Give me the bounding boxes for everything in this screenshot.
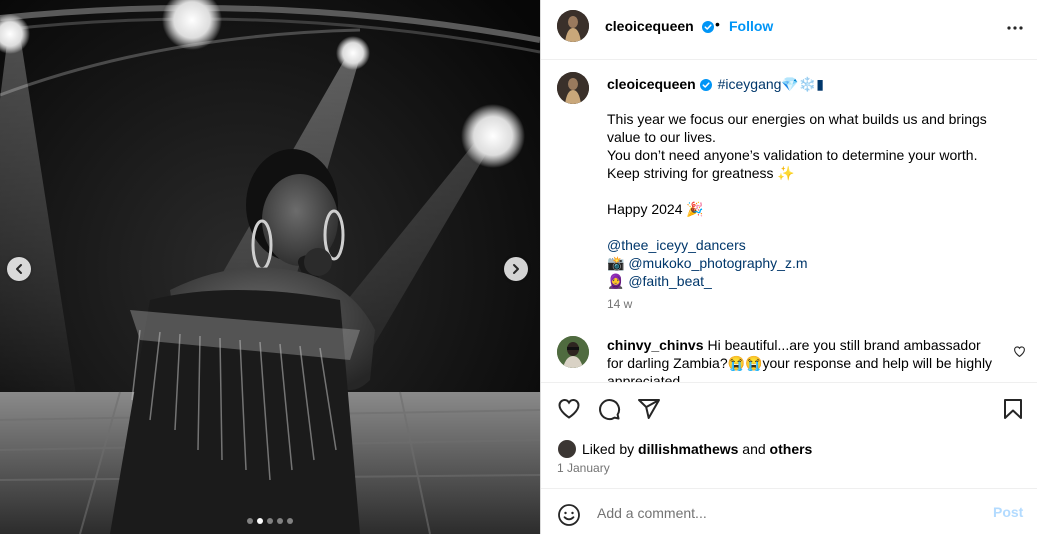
caption-author-username[interactable]: cleoicequeen	[607, 76, 696, 92]
chevron-left-icon	[16, 264, 22, 274]
follow-button[interactable]: Follow	[729, 18, 773, 34]
likes-conjunction: and	[742, 441, 766, 457]
caption-author-avatar-image	[557, 72, 589, 104]
post-comment-button[interactable]: Post	[993, 504, 1023, 520]
emoji-icon[interactable]	[557, 503, 581, 527]
caption-line: 🧕 @faith_beat_	[607, 273, 712, 289]
next-slide-button[interactable]	[504, 257, 528, 281]
caption-line: 📸 @mukoko_photography_z.m	[607, 255, 808, 271]
comments-area[interactable]: cleoicequeen #iceygang💎❄️▮ This year we …	[541, 60, 1037, 382]
post-details-panel: cleoicequeen • Follow cleoicequeen #icey…	[540, 0, 1037, 534]
liker-username[interactable]: dillishmathews	[638, 441, 738, 457]
likes-others-link[interactable]: others	[770, 441, 813, 457]
caption-line: @thee_iceyy_dancers	[607, 237, 746, 253]
author-avatar[interactable]	[557, 10, 589, 42]
chevron-right-icon	[513, 264, 519, 274]
verified-badge-icon	[702, 21, 714, 33]
comment-heart-icon[interactable]	[1013, 345, 1026, 358]
carousel-dot	[247, 518, 253, 524]
commenter-avatar-image	[557, 336, 589, 368]
caption-timestamp[interactable]: 14 w	[607, 297, 632, 311]
post-photo[interactable]	[0, 0, 540, 534]
post-date[interactable]: 1 January	[557, 461, 610, 475]
verified-badge-icon	[699, 79, 712, 91]
likes-summary[interactable]: Liked by dillishmathews and others	[557, 439, 812, 459]
previous-slide-button[interactable]	[7, 257, 31, 281]
post-header: cleoicequeen • Follow	[541, 0, 1037, 60]
author-avatar-image	[557, 10, 589, 42]
caption-author-avatar[interactable]	[557, 72, 589, 104]
more-options-icon[interactable]	[1003, 16, 1027, 40]
carousel-dot	[267, 518, 273, 524]
caption-header: cleoicequeen #iceygang💎❄️▮	[607, 76, 824, 93]
add-comment-bar: Post	[541, 488, 1037, 534]
caption-hashtag[interactable]: #iceygang💎❄️▮	[718, 76, 824, 92]
comment-icon[interactable]	[597, 397, 621, 421]
post-actions: Liked by dillishmathews and others 1 Jan…	[541, 382, 1037, 488]
share-icon[interactable]	[637, 397, 661, 421]
liker-avatar	[557, 439, 577, 459]
bookmark-icon[interactable]	[1001, 397, 1025, 421]
author-username[interactable]: cleoicequeen	[605, 18, 694, 34]
likes-prefix: Liked by	[582, 441, 635, 457]
carousel-dot	[257, 518, 263, 524]
header-separator: •	[715, 16, 720, 32]
commenter-avatar[interactable]	[557, 336, 589, 368]
caption-line: value to our lives.	[607, 129, 716, 145]
carousel-dot	[287, 518, 293, 524]
caption-line: You don’t need anyone’s validation to de…	[607, 147, 978, 163]
caption-line: Happy 2024 🎉	[607, 201, 704, 217]
caption-line: Keep striving for greatness ✨	[607, 165, 795, 181]
comment-input[interactable]	[595, 502, 969, 524]
comment-item: chinvy_chinvs Hi beautiful...are you stil…	[607, 336, 997, 382]
carousel-dot	[277, 518, 283, 524]
performer-photo	[0, 0, 540, 534]
heart-icon[interactable]	[557, 397, 581, 421]
commenter-username[interactable]: chinvy_chinvs	[607, 337, 704, 353]
carousel-indicators	[0, 518, 540, 524]
caption-line: This year we focus our energies on what …	[607, 111, 987, 127]
caption-text: This year we focus our energies on what …	[607, 110, 1017, 290]
